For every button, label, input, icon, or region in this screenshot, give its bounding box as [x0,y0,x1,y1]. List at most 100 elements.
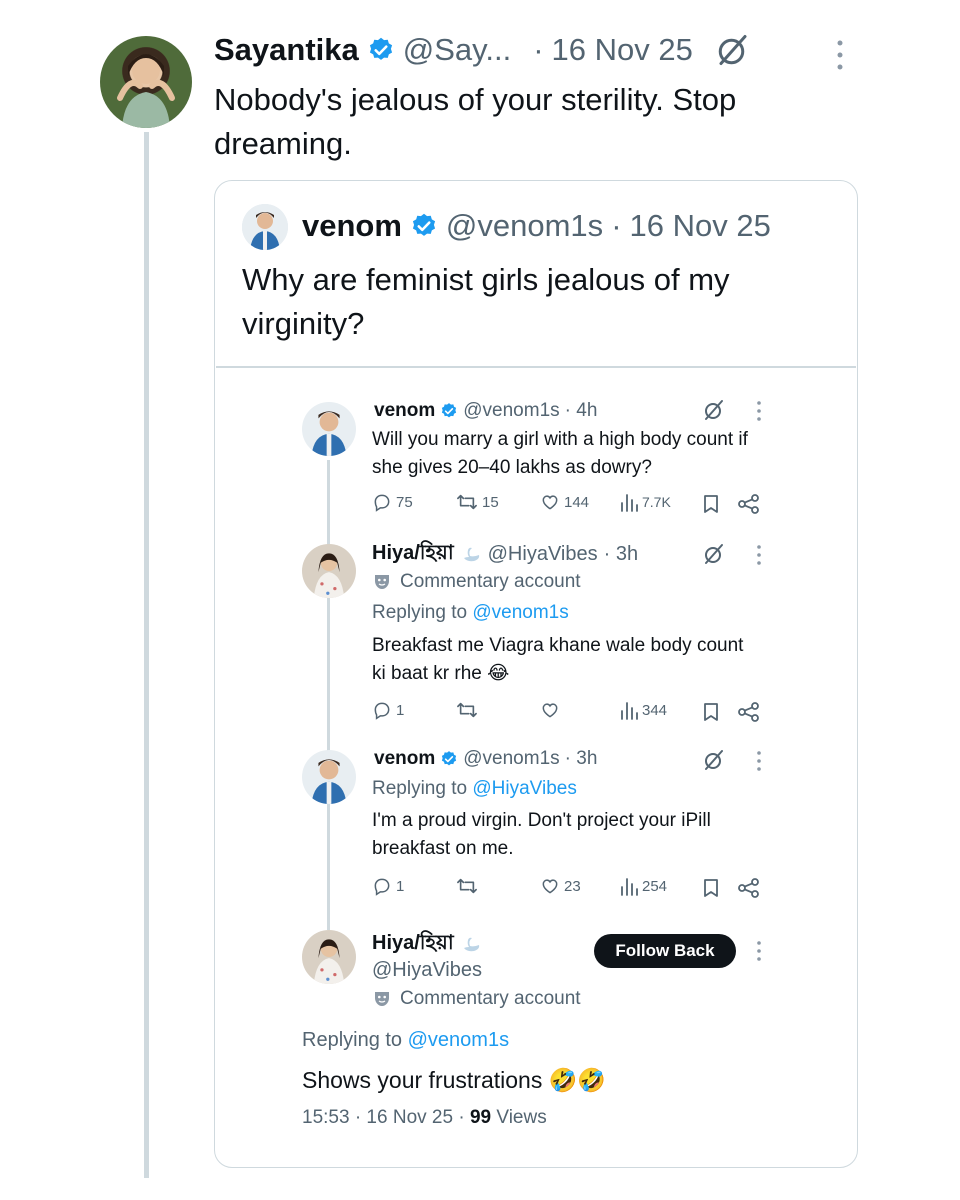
post1-text: Will you marry a girl with a high body c… [372,429,748,478]
post3-avatar[interactable] [302,750,356,804]
like-icon [542,879,558,894]
main-post-date[interactable]: 16 Nov 25 [552,32,693,68]
post1-avatar[interactable] [302,402,356,456]
replying-to-label: Replying to [372,602,468,623]
views-button[interactable]: 344 [620,700,667,720]
post4-views-label: Views [496,1107,547,1128]
avatar-figure [302,750,356,804]
more-icon[interactable] [832,38,848,72]
repost-button[interactable] [456,700,482,720]
like-button[interactable]: 23 [540,876,581,896]
main-avatar[interactable] [100,36,192,128]
separator-dot: · [533,32,544,67]
avatar-figure [242,204,288,250]
quoted-author-name[interactable]: venom [302,208,402,244]
swan-icon [463,547,479,562]
grok-icon[interactable] [715,32,751,68]
grok-icon[interactable] [702,398,726,422]
views-icon [621,702,638,720]
post3-actions: 1 23 254 [372,876,772,900]
swan-icon [463,937,479,952]
like-count: 144 [564,493,590,511]
views-button[interactable]: 254 [620,876,667,896]
like-count: 23 [564,877,581,895]
views-button[interactable]: 7.7K [620,492,671,512]
share-icon[interactable] [738,494,760,514]
share-icon[interactable] [738,878,760,898]
post3-replying: Replying to @HiyaVibes [372,776,577,802]
post2-author-handle[interactable]: @HiyaVibes [488,543,598,566]
grok-icon[interactable] [702,542,726,566]
verified-badge-icon [442,403,457,418]
replying-to-label: Replying to [372,778,468,799]
post2-time[interactable]: · 3h [604,543,638,566]
commentary-account-label: Commentary account [400,988,581,1009]
repost-icon [457,702,477,718]
main-author-handle[interactable]: @Say... [403,32,511,68]
main-author-name[interactable]: Sayantika [214,32,359,68]
post2-text: Breakfast me Viagra khane wale body coun… [372,635,744,684]
like-icon [542,703,558,718]
share-icon[interactable] [738,702,760,722]
more-icon[interactable] [754,940,764,962]
quoted-post-header: venom @venom1s · 16 Nov 25 [302,206,771,246]
like-icon [542,495,558,510]
repost-button[interactable] [456,876,482,896]
repost-button[interactable]: 15 [456,492,499,512]
post1-time[interactable]: · 4h [565,400,598,422]
like-button[interactable]: 144 [540,492,589,512]
post4-replying: Replying to @venom1s [302,1026,509,1054]
post1-author-handle[interactable]: @venom1s [463,400,559,422]
quoted-author-handle[interactable]: @venom1s [446,208,603,244]
post3-time[interactable]: · 3h [565,748,598,770]
grok-icon[interactable] [702,748,726,772]
post4-timestamp[interactable]: 15:53 · 16 Nov 25 · [302,1107,465,1128]
post1-author-name[interactable]: venom [374,400,435,422]
reply-button[interactable]: 1 [372,700,404,720]
replying-to-link[interactable]: @venom1s [472,602,568,623]
more-icon[interactable] [754,750,764,772]
post4-meta: 15:53 · 16 Nov 25 · 99 Views [302,1104,547,1132]
post2-actions: 1 344 [372,700,772,724]
reply-button[interactable]: 1 [372,876,404,896]
reply-icon [374,494,390,512]
post3-author-name[interactable]: venom [374,748,435,770]
bookmark-icon[interactable] [702,702,720,722]
post2-header: Hiya/হিয়া @HiyaVibes · 3h [372,540,638,568]
post2-label: Commentary account [372,569,581,595]
post3-header: venom @venom1s · 3h [374,746,597,772]
like-button[interactable] [540,700,564,720]
avatar-figure [117,54,175,128]
bookmark-icon[interactable] [702,878,720,898]
post3-author-handle[interactable]: @venom1s [463,748,559,770]
main-post-text: Nobody's jealous of your sterility. Stop… [214,82,737,161]
post4-author-handle[interactable]: @HiyaVibes [372,957,482,983]
views-count: 254 [642,877,668,895]
replying-to-link[interactable]: @venom1s [408,1029,509,1051]
theater-mask-icon [375,992,389,1006]
more-icon[interactable] [754,544,764,566]
avatar-figure [302,544,356,598]
quoted-image-divider [216,366,856,368]
post3-text: I'm a proud virgin. Don't project your i… [372,810,711,859]
nested-thread-line [327,460,330,930]
commentary-account-label: Commentary account [400,571,581,592]
post4-author-name[interactable]: Hiya/হিয়া [372,928,454,961]
more-icon[interactable] [754,400,764,422]
post2-avatar[interactable] [302,544,356,598]
repost-icon [457,494,477,510]
quoted-post-text: Why are feminist girls jealous of my vir… [242,262,730,341]
post1-header: venom @venom1s · 4h [374,398,597,424]
replying-to-link[interactable]: @HiyaVibes [472,778,576,799]
verified-badge-icon [369,37,392,60]
separator-dot: · [611,208,622,243]
follow-back-button[interactable]: Follow Back [594,934,736,968]
avatar-figure [302,402,356,456]
reply-count: 75 [396,493,413,511]
bookmark-icon[interactable] [702,494,720,514]
quoted-post-date[interactable]: 16 Nov 25 [630,208,771,244]
post2-author-name[interactable]: Hiya/হিয়া [372,538,454,571]
reply-button[interactable]: 75 [372,492,413,512]
quoted-avatar[interactable] [242,204,288,250]
post4-avatar[interactable] [302,930,356,984]
